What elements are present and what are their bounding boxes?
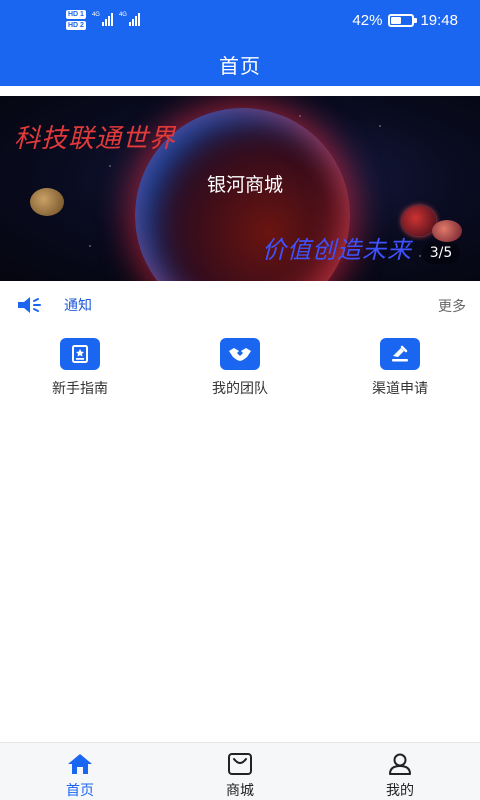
nav-label-home: 首页 bbox=[66, 783, 94, 799]
shopping-bag-icon bbox=[225, 751, 255, 777]
signal-icon-2: 4G bbox=[119, 12, 140, 26]
nav-item-mall[interactable]: 商城 bbox=[160, 743, 320, 800]
signal-icon-1: 4G bbox=[92, 12, 113, 26]
nav-item-profile[interactable]: 我的 bbox=[320, 743, 480, 800]
notice-label: 通知 bbox=[64, 298, 92, 314]
home-icon bbox=[65, 751, 95, 777]
page-title: 首页 bbox=[219, 54, 261, 78]
status-right: 42% 19:48 bbox=[352, 12, 458, 29]
handshake-icon bbox=[220, 338, 260, 370]
channel-icon bbox=[380, 338, 420, 370]
network-type-1: 4G bbox=[91, 12, 100, 18]
guide-icon bbox=[60, 338, 100, 370]
banner-carousel[interactable]: 科技联通世界 价值创造未来 银河商城 3/5 bbox=[0, 96, 480, 281]
battery-icon bbox=[388, 14, 418, 27]
menu-label-guide: 新手指南 bbox=[52, 381, 108, 397]
bottom-nav: 首页 商城 我的 bbox=[0, 742, 480, 800]
hd2-badge: HD 2 bbox=[66, 21, 86, 30]
notice-more-link[interactable]: 更多 bbox=[438, 296, 466, 316]
menu-item-team[interactable]: 我的团队 bbox=[160, 338, 320, 408]
menu-label-channel: 渠道申请 bbox=[372, 381, 428, 397]
notice-bar[interactable]: 通知 更多 bbox=[0, 290, 480, 320]
network-type-2: 4G bbox=[118, 12, 127, 18]
status-left: HD 1 HD 2 4G 4G bbox=[66, 10, 140, 30]
banner-title: 银河商城 bbox=[206, 174, 283, 196]
clock: 19:48 bbox=[420, 12, 458, 29]
banner-slogan-left: 科技联通世界 bbox=[14, 124, 177, 154]
banner-page-counter: 3/5 bbox=[422, 242, 460, 264]
quick-menu: 新手指南 我的团队 渠道申请 bbox=[0, 338, 480, 408]
nav-label-mall: 商城 bbox=[226, 783, 254, 799]
nav-item-home[interactable]: 首页 bbox=[0, 743, 160, 800]
menu-item-guide[interactable]: 新手指南 bbox=[0, 338, 160, 408]
nav-label-profile: 我的 bbox=[386, 783, 414, 799]
hd-indicators: HD 1 HD 2 bbox=[66, 10, 86, 30]
status-bar: HD 1 HD 2 4G 4G 42% 19:48 bbox=[0, 0, 480, 44]
battery-fill bbox=[391, 17, 401, 24]
banner-slogan-right: 价值创造未来 bbox=[262, 236, 412, 264]
hd1-badge: HD 1 bbox=[66, 10, 86, 19]
top-bar: HD 1 HD 2 4G 4G 42% 19:48 首页 bbox=[0, 0, 480, 86]
user-icon bbox=[385, 751, 415, 777]
menu-label-team: 我的团队 bbox=[212, 381, 268, 397]
battery-percent: 42% bbox=[352, 12, 383, 29]
menu-item-channel[interactable]: 渠道申请 bbox=[320, 338, 480, 408]
moon-right-small bbox=[432, 220, 462, 242]
speaker-icon bbox=[18, 297, 41, 313]
